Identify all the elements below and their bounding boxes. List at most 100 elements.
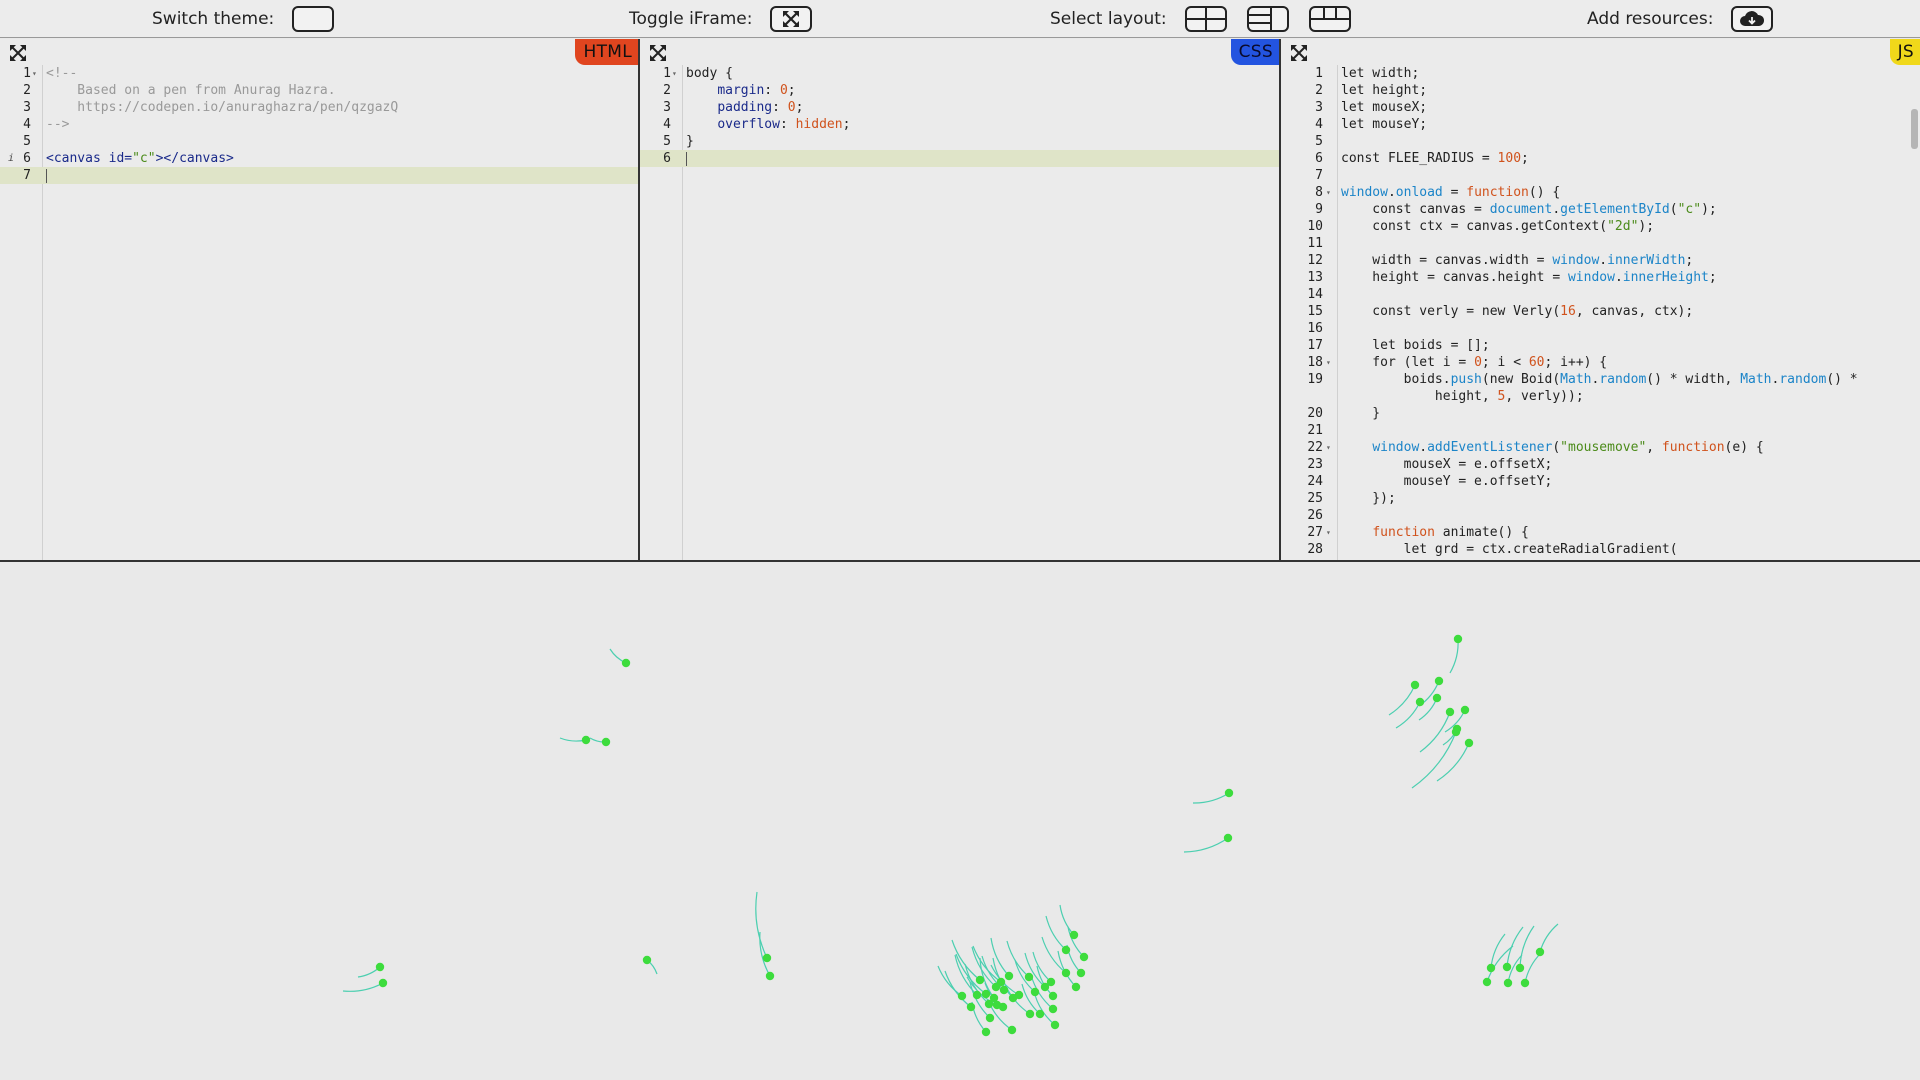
code-line[interactable]: 19 boids.push(new Boid(Math.random() * w…: [1281, 371, 1920, 388]
code-line[interactable]: 5}: [640, 133, 1279, 150]
maximize-html-icon[interactable]: [9, 44, 27, 62]
layout-grid-button[interactable]: [1184, 6, 1227, 32]
js-scrollbar[interactable]: [1911, 109, 1918, 149]
code-line[interactable]: height, 5, verly));: [1281, 388, 1920, 405]
code-line[interactable]: 18 ▾ for (let i = 0; i < 60; i++) {: [1281, 354, 1920, 371]
html-editor-pane[interactable]: HTML 1 ▾ <!-- 2 Based on a pen from Anurag …: [0, 39, 640, 560]
boid-tail: [1490, 933, 1506, 969]
boid: [1079, 952, 1089, 962]
code-line[interactable]: 16: [1281, 320, 1920, 337]
code-line[interactable]: 4 let mouseY;: [1281, 116, 1920, 133]
code-line[interactable]: 6 i <canvas id="c"></canvas>: [0, 150, 638, 167]
boids-canvas[interactable]: [0, 562, 1920, 1080]
code-line[interactable]: 8 ▾ window.onload = function() {: [1281, 184, 1920, 201]
code-line[interactable]: 2 let height;: [1281, 82, 1920, 99]
code-line[interactable]: 15 const verly = new Verly(16, canvas, c…: [1281, 303, 1920, 320]
code-line[interactable]: 21: [1281, 422, 1920, 439]
boid: [601, 737, 611, 747]
line-number: 5: [23, 134, 31, 149]
line-number: 2: [23, 83, 31, 98]
maximize-css-icon[interactable]: [649, 44, 667, 62]
code-line[interactable]: 3 https://codepen.io/anuraghazra/pen/qzg…: [0, 99, 638, 116]
code-line[interactable]: 1 ▾ body {: [640, 65, 1279, 82]
code-text: mouseY = e.offsetY;: [1341, 474, 1553, 489]
code-line[interactable]: 22 ▾ window.addEventListener("mousemove",…: [1281, 439, 1920, 456]
code-text: Based on a pen from Anurag Hazra.: [46, 83, 336, 98]
code-line[interactable]: 20 }: [1281, 405, 1920, 422]
code-line[interactable]: 24 mouseY = e.offsetY;: [1281, 473, 1920, 490]
code-line[interactable]: 4 -->: [0, 116, 638, 133]
add-resources-button[interactable]: [1731, 6, 1774, 32]
fold-toggle-icon[interactable]: ▾: [1326, 184, 1331, 201]
code-line[interactable]: 13 height = canvas.height = window.inner…: [1281, 269, 1920, 286]
fold-toggle-icon[interactable]: ▾: [1326, 524, 1331, 541]
code-text: let grd = ctx.createRadialGradient(: [1341, 542, 1678, 557]
boid-tail: [1436, 742, 1470, 782]
code-line[interactable]: 12 width = canvas.width = window.innerWi…: [1281, 252, 1920, 269]
code-line[interactable]: 7: [0, 167, 638, 184]
code-text: height, 5, verly));: [1341, 389, 1584, 404]
code-line[interactable]: 3 padding: 0;: [640, 99, 1279, 116]
code-line[interactable]: 6: [640, 150, 1279, 167]
fold-toggle-icon[interactable]: ▾: [1326, 354, 1331, 371]
boid: [1464, 738, 1474, 748]
toggle-iframe-button[interactable]: [770, 6, 813, 32]
css-editor-pane[interactable]: CSS 1 ▾ body {2 margin: 0; 3 padding: 0; 4 o…: [640, 39, 1281, 560]
code-line[interactable]: 1 ▾ <!--: [0, 65, 638, 82]
code-line[interactable]: 3 let mouseX;: [1281, 99, 1920, 116]
code-line[interactable]: 17 let boids = [];: [1281, 337, 1920, 354]
maximize-js-icon[interactable]: [1290, 44, 1308, 62]
code-line[interactable]: 11: [1281, 235, 1920, 252]
boid-tail: [937, 965, 963, 997]
code-line[interactable]: 28 let grd = ctx.createRadialGradient(: [1281, 541, 1920, 558]
boid-tail: [1524, 952, 1542, 984]
code-line[interactable]: 23 mouseX = e.offsetX;: [1281, 456, 1920, 473]
boid: [1025, 1009, 1035, 1019]
boid: [1503, 978, 1513, 988]
layout-columns-button[interactable]: [1308, 6, 1351, 32]
code-line[interactable]: 14: [1281, 286, 1920, 303]
line-number: 2: [1315, 83, 1323, 98]
fold-toggle-icon[interactable]: ▾: [672, 65, 677, 82]
boid: [981, 1027, 991, 1037]
code-line[interactable]: 26: [1281, 507, 1920, 524]
boid: [1535, 947, 1545, 957]
code-line[interactable]: 5: [0, 133, 638, 150]
line-number: 1: [23, 66, 31, 81]
code-line[interactable]: 2 margin: 0;: [640, 82, 1279, 99]
layout-sidebar-button[interactable]: [1246, 6, 1289, 32]
code-text: let mouseX;: [1341, 100, 1428, 115]
code-line[interactable]: 6 const FLEE_RADIUS = 100;: [1281, 150, 1920, 167]
boid-tail: [1449, 638, 1459, 674]
code-line[interactable]: 2 Based on a pen from Anurag Hazra.: [0, 82, 638, 99]
switch-theme-button[interactable]: [292, 6, 335, 32]
boid: [975, 975, 985, 985]
fold-toggle-icon[interactable]: ▾: [1326, 439, 1331, 456]
code-line[interactable]: 4 overflow: hidden;: [640, 116, 1279, 133]
code-text: const ctx = canvas.getContext("2d");: [1341, 219, 1655, 234]
js-code-area[interactable]: 1 let width; 2 let height; 3 let mouseX; 4 let …: [1281, 65, 1920, 560]
html-code-area[interactable]: 1 ▾ <!-- 2 Based on a pen from Anurag Hazra…: [0, 65, 638, 560]
code-line[interactable]: 7: [1281, 167, 1920, 184]
line-number: 12: [1307, 253, 1323, 268]
line-number: 13: [1307, 270, 1323, 285]
preview-frame[interactable]: [0, 560, 1920, 1080]
js-pane-header: JS: [1281, 39, 1920, 65]
html-badge: HTML: [575, 39, 638, 65]
code-line[interactable]: 27 ▾ function animate() {: [1281, 524, 1920, 541]
code-line[interactable]: 10 const ctx = canvas.getContext("2d");: [1281, 218, 1920, 235]
line-number: 3: [663, 100, 671, 115]
code-line[interactable]: 1 let width;: [1281, 65, 1920, 82]
boid: [1007, 1025, 1017, 1035]
css-code-area[interactable]: 1 ▾ body {2 margin: 0; 3 padding: 0; 4 overf…: [640, 65, 1279, 560]
boid: [999, 985, 1009, 995]
js-editor-pane[interactable]: JS 1 let width; 2 let height; 3 let mouseX; 4 l…: [1281, 39, 1920, 560]
code-line[interactable]: 25 });: [1281, 490, 1920, 507]
code-line[interactable]: 9 const canvas = document.getElementById…: [1281, 201, 1920, 218]
line-number: 7: [23, 168, 31, 183]
boid-tail: [1192, 792, 1230, 804]
code-line[interactable]: 5: [1281, 133, 1920, 150]
boid: [966, 1002, 976, 1012]
fold-toggle-icon[interactable]: ▾: [32, 65, 37, 82]
line-number: 4: [23, 117, 31, 132]
